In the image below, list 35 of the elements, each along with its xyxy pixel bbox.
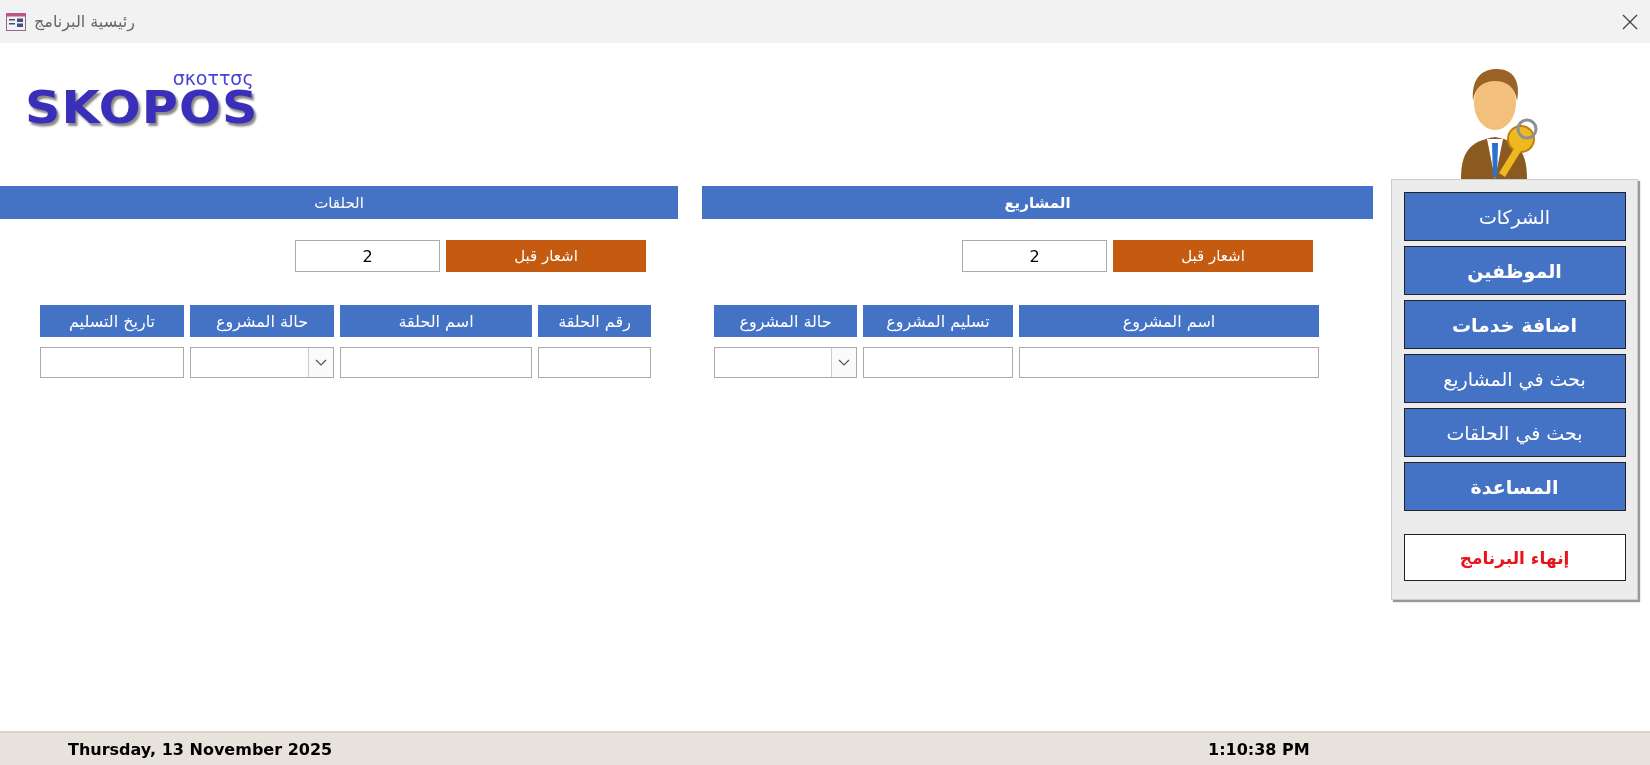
close-icon[interactable] <box>1622 13 1638 30</box>
chevron-down-icon <box>315 358 327 367</box>
menu-button[interactable]: اضافة خدمات <box>1403 300 1626 349</box>
notify-days-field[interactable]: 2 <box>295 240 440 272</box>
exit-button[interactable]: إنهاء البرنامج <box>1403 534 1626 581</box>
window-title: رئيسية البرنامج <box>34 12 135 31</box>
dropdown-field[interactable] <box>714 347 857 378</box>
input-field[interactable] <box>863 347 1013 378</box>
form-icon <box>6 12 26 31</box>
notify-days-field[interactable]: 2 <box>962 240 1107 272</box>
column-header: اسم المشروع <box>1019 305 1319 337</box>
menu-button[interactable]: الشركات <box>1403 192 1626 241</box>
status-date: Thursday, 13 November 2025 <box>68 739 334 759</box>
column-header: حالة المشروع <box>190 305 334 337</box>
menu-button[interactable]: المساعدة <box>1403 462 1626 511</box>
column-header: رقم الحلقة <box>538 305 651 337</box>
logo-subtitle: σκοττσς <box>172 69 254 87</box>
chevron-down-icon <box>838 358 850 367</box>
dropdown-field[interactable] <box>190 347 334 378</box>
column-header: اسم الحلقة <box>340 305 532 337</box>
column-header: حالة المشروع <box>714 305 857 337</box>
section-header: الحلقات <box>0 186 678 219</box>
column-header: تسليم المشروع <box>863 305 1013 337</box>
input-field[interactable] <box>1019 347 1319 378</box>
input-field[interactable] <box>340 347 532 378</box>
input-field[interactable] <box>40 347 184 378</box>
menu-button[interactable]: بحث في الحلقات <box>1403 408 1626 457</box>
menu-button[interactable]: بحث في المشاريع <box>1403 354 1626 403</box>
input-field[interactable] <box>538 347 651 378</box>
section-header: المشاريع <box>702 186 1373 219</box>
status-time: 1:10:38 PM <box>1208 739 1310 759</box>
notify-button[interactable]: اشعار قبل <box>1113 240 1313 272</box>
column-header: تاريخ التسليم <box>40 305 184 337</box>
notify-button[interactable]: اشعار قبل <box>446 240 646 272</box>
menu-button[interactable]: الموظفين <box>1403 246 1626 295</box>
